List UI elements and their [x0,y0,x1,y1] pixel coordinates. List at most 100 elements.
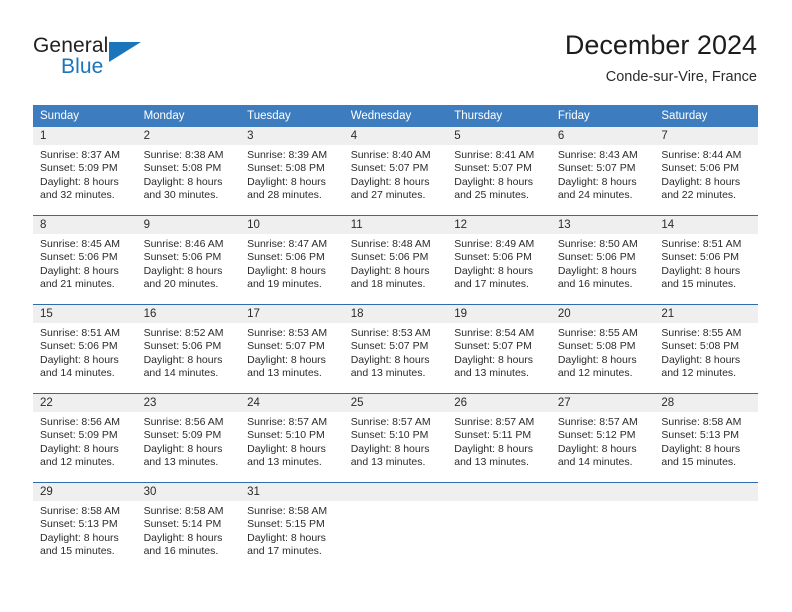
day-detail-sunrise: Sunrise: 8:54 AM [454,327,535,339]
day-detail-daylight-line1: Daylight: 8 hours [350,264,430,277]
day-cell-inner: 13 Sunrise: 8:50 AM Sunset: 5:06 PM Dayligh… [550,216,655,304]
day-details: Sunrise: 8:58 AM Sunset: 5:14 PM Daylight:… [137,501,241,559]
day-details: Sunrise: 8:41 AM Sunset: 5:07 PM Daylight:… [447,145,551,203]
day-details: Sunrise: 8:56 AM Sunset: 5:09 PM Daylight:… [33,412,137,470]
day-details: Sunrise: 8:39 AM Sunset: 5:08 PM Daylight:… [240,145,344,203]
day-detail-sunset: Sunset: 5:08 PM [143,162,222,175]
day-details: Sunrise: 8:50 AM Sunset: 5:06 PM Daylight:… [551,234,655,292]
calendar-day-cell[interactable]: 26 Sunrise: 8:57 AM Sunset: 5:11 PM Dayligh… [447,393,551,483]
calendar-day-cell[interactable]: 30 Sunrise: 8:58 AM Sunset: 5:14 PM Dayligh… [136,482,241,571]
day-detail-sunset: Sunset: 5:13 PM [661,429,740,442]
triangle-icon [109,42,141,62]
calendar-day-cell[interactable]: 15 Sunrise: 8:51 AM Sunset: 5:06 PM Dayligh… [33,304,137,394]
weekday-header-monday: Monday [136,105,241,127]
day-detail-daylight-line2: and 27 minutes. [350,189,426,202]
calendar-day-cell[interactable]: 10 Sunrise: 8:47 AM Sunset: 5:06 PM Dayligh… [240,215,344,305]
day-detail-daylight-line2: and 12 minutes. [40,456,115,469]
calendar-day-cell[interactable]: 23 Sunrise: 8:56 AM Sunset: 5:09 PM Dayligh… [136,393,241,483]
day-detail-daylight-line2: and 21 minutes. [40,278,115,291]
day-detail-sunset: Sunset: 5:07 PM [454,340,532,353]
day-detail-daylight-line1: Daylight: 8 hours [557,353,637,366]
calendar-day-cell[interactable]: 20 Sunrise: 8:55 AM Sunset: 5:08 PM Dayligh… [550,304,655,394]
day-detail-sunset: Sunset: 5:08 PM [661,340,740,353]
calendar-day-cell[interactable]: 31 Sunrise: 8:58 AM Sunset: 5:15 PM Dayligh… [240,482,344,571]
calendar-day-cell[interactable] [343,482,448,571]
day-detail-sunset: Sunset: 5:06 PM [40,340,118,353]
calendar-day-cell[interactable]: 14 Sunrise: 8:51 AM Sunset: 5:06 PM Dayligh… [654,215,758,305]
day-detail-daylight-line2: and 16 minutes. [143,545,219,558]
day-number: 18 [343,305,448,323]
day-detail-daylight-line1: Daylight: 8 hours [247,442,326,455]
calendar-day-cell[interactable]: 2 Sunrise: 8:38 AM Sunset: 5:08 PM Daylight… [136,127,241,216]
calendar-day-cell[interactable]: 13 Sunrise: 8:50 AM Sunset: 5:06 PM Dayligh… [550,215,655,305]
day-detail-daylight-line1: Daylight: 8 hours [454,175,534,188]
weekday-header-friday: Friday [550,105,655,127]
day-details [344,501,448,505]
calendar-week-row: 15 Sunrise: 8:51 AM Sunset: 5:06 PM Dayligh… [33,304,758,394]
calendar-day-cell[interactable]: 21 Sunrise: 8:55 AM Sunset: 5:08 PM Dayligh… [654,304,758,394]
calendar-header-row: Sunday Monday Tuesday Wednesday Thursday… [33,105,758,127]
calendar-day-cell[interactable]: 16 Sunrise: 8:52 AM Sunset: 5:06 PM Dayligh… [136,304,241,394]
calendar-day-cell[interactable]: 8 Sunrise: 8:45 AM Sunset: 5:06 PM Daylight… [33,215,137,305]
calendar-day-cell[interactable]: 28 Sunrise: 8:58 AM Sunset: 5:13 PM Dayligh… [654,393,758,483]
day-cell-inner [654,483,758,571]
day-cell-inner: 18 Sunrise: 8:53 AM Sunset: 5:07 PM Dayligh… [343,305,448,393]
day-detail-sunrise: Sunrise: 8:38 AM [143,149,224,161]
day-detail-daylight-line2: and 12 minutes. [557,367,633,380]
weekday-header-sunday: Sunday [33,105,137,127]
calendar-week-row: 1 Sunrise: 8:37 AM Sunset: 5:09 PM Daylight… [33,127,758,216]
calendar-day-cell[interactable]: 18 Sunrise: 8:53 AM Sunset: 5:07 PM Dayligh… [343,304,448,394]
calendar-day-cell[interactable]: 1 Sunrise: 8:37 AM Sunset: 5:09 PM Daylight… [33,127,137,216]
day-detail-daylight-line2: and 30 minutes. [143,189,219,202]
day-detail-daylight-line2: and 28 minutes. [247,189,322,202]
calendar-day-cell[interactable]: 3 Sunrise: 8:39 AM Sunset: 5:08 PM Daylight… [240,127,344,216]
calendar-day-cell[interactable]: 27 Sunrise: 8:57 AM Sunset: 5:12 PM Dayligh… [550,393,655,483]
day-detail-daylight-line2: and 15 minutes. [40,545,115,558]
day-number: 15 [33,305,137,323]
day-cell-inner: 11 Sunrise: 8:48 AM Sunset: 5:06 PM Dayligh… [343,216,448,304]
day-detail-daylight-line1: Daylight: 8 hours [454,442,534,455]
day-detail-sunset: Sunset: 5:13 PM [40,518,118,531]
day-details: Sunrise: 8:46 AM Sunset: 5:06 PM Daylight:… [137,234,241,292]
day-number: 17 [240,305,344,323]
day-details: Sunrise: 8:47 AM Sunset: 5:06 PM Daylight:… [240,234,344,292]
weekday-header-saturday: Saturday [654,105,758,127]
day-number: 13 [550,216,655,234]
day-cell-inner: 2 Sunrise: 8:38 AM Sunset: 5:08 PM Daylight… [136,127,241,215]
calendar-day-cell[interactable]: 25 Sunrise: 8:57 AM Sunset: 5:10 PM Dayligh… [343,393,448,483]
calendar-day-cell[interactable]: 11 Sunrise: 8:48 AM Sunset: 5:06 PM Dayligh… [343,215,448,305]
day-detail-daylight-line2: and 18 minutes. [350,278,426,291]
calendar-day-cell[interactable]: 19 Sunrise: 8:54 AM Sunset: 5:07 PM Dayligh… [447,304,551,394]
calendar-day-cell[interactable]: 12 Sunrise: 8:49 AM Sunset: 5:06 PM Dayligh… [447,215,551,305]
calendar-day-cell[interactable]: 24 Sunrise: 8:57 AM Sunset: 5:10 PM Dayligh… [240,393,344,483]
calendar-day-cell[interactable]: 22 Sunrise: 8:56 AM Sunset: 5:09 PM Dayligh… [33,393,137,483]
day-cell-inner: 7 Sunrise: 8:44 AM Sunset: 5:06 PM Daylight… [654,127,758,215]
day-detail-daylight-line1: Daylight: 8 hours [557,175,637,188]
day-detail-daylight-line1: Daylight: 8 hours [247,353,326,366]
calendar-day-cell[interactable]: 5 Sunrise: 8:41 AM Sunset: 5:07 PM Daylight… [447,127,551,216]
day-detail-daylight-line2: and 13 minutes. [350,367,426,380]
calendar-day-cell[interactable]: 6 Sunrise: 8:43 AM Sunset: 5:07 PM Daylight… [550,127,655,216]
day-detail-daylight-line1: Daylight: 8 hours [40,442,119,455]
day-detail-sunrise: Sunrise: 8:57 AM [350,416,431,428]
day-detail-daylight-line1: Daylight: 8 hours [350,175,430,188]
calendar-day-cell[interactable]: 4 Sunrise: 8:40 AM Sunset: 5:07 PM Daylight… [343,127,448,216]
calendar-day-cell[interactable] [447,482,551,571]
day-details: Sunrise: 8:37 AM Sunset: 5:09 PM Daylight:… [33,145,137,203]
calendar-day-cell[interactable]: 17 Sunrise: 8:53 AM Sunset: 5:07 PM Dayligh… [240,304,344,394]
weekday-header-wednesday: Wednesday [343,105,448,127]
calendar-day-cell[interactable] [654,482,758,571]
day-cell-inner: 1 Sunrise: 8:37 AM Sunset: 5:09 PM Daylight… [33,127,137,215]
day-detail-daylight-line2: and 14 minutes. [557,456,633,469]
day-detail-sunrise: Sunrise: 8:41 AM [454,149,535,161]
calendar-day-cell[interactable] [550,482,655,571]
calendar-day-cell[interactable]: 9 Sunrise: 8:46 AM Sunset: 5:06 PM Daylight… [136,215,241,305]
day-detail-daylight-line1: Daylight: 8 hours [143,531,223,544]
general-blue-logo[interactable]: General Blue [33,34,213,86]
calendar-day-cell[interactable]: 7 Sunrise: 8:44 AM Sunset: 5:06 PM Daylight… [654,127,758,216]
day-detail-daylight-line2: and 13 minutes. [350,456,426,469]
day-details: Sunrise: 8:57 AM Sunset: 5:10 PM Daylight:… [240,412,344,470]
day-cell-inner [343,483,448,571]
calendar-day-cell[interactable]: 29 Sunrise: 8:58 AM Sunset: 5:13 PM Dayligh… [33,482,137,571]
day-details: Sunrise: 8:58 AM Sunset: 5:13 PM Daylight:… [654,412,758,470]
